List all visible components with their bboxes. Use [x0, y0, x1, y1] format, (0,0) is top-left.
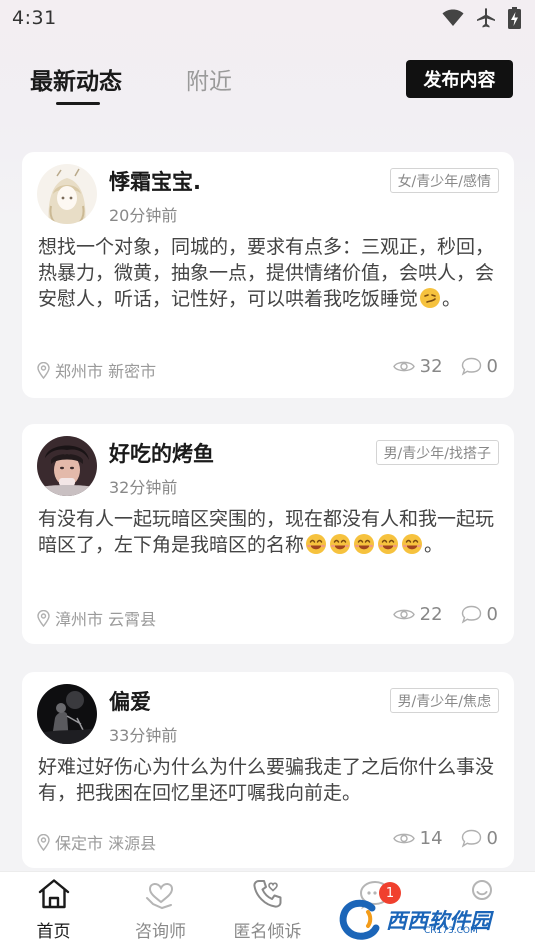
status-bar: 4:31: [0, 0, 535, 36]
location-text: 郑州市 新密市: [55, 362, 157, 381]
post-stats: 22 0: [392, 604, 498, 625]
avatar[interactable]: [37, 164, 97, 224]
comments-count: 0: [486, 356, 498, 377]
grin-emoji-icon: [304, 533, 328, 555]
heart-hand-icon: [145, 883, 173, 910]
location: 郑州市 新密市: [37, 358, 156, 382]
grin-emoji-icon: [400, 533, 424, 555]
post-card[interactable]: 偏爱 33分钟前 男/青少年/焦虑 好难过好伤心为什么为什么要骗我走了之后你什么…: [22, 672, 514, 868]
nav-anonymous-label: 匿名倾诉: [233, 922, 302, 942]
location: 漳州市 云霄县: [37, 606, 156, 630]
nav-home[interactable]: 首页: [0, 878, 107, 942]
tab-nearby[interactable]: 附近: [186, 62, 232, 96]
watermark-logo: 西西软件园 CR173.COM: [338, 898, 518, 942]
location-text: 漳州市 云霄县: [55, 610, 157, 629]
avatar[interactable]: [37, 436, 97, 496]
post-stats: 32 0: [392, 356, 498, 377]
views-count: 32: [419, 356, 443, 377]
comments-stat[interactable]: 0: [461, 828, 498, 849]
battery-charging-icon: [508, 7, 521, 29]
location-pin-icon: [37, 361, 50, 379]
location-pin-icon: [37, 609, 50, 627]
comment-icon: [461, 605, 481, 624]
top-nav: 最新动态 附近 发布内容: [0, 58, 535, 108]
grin-emoji-icon: [352, 533, 376, 555]
username[interactable]: 偏爱: [109, 686, 151, 716]
nav-counselor[interactable]: 咨询师: [107, 878, 214, 942]
post-time: 33分钟前: [109, 726, 178, 745]
post-text-suffix: 。: [424, 534, 444, 556]
location-text: 保定市 涞源县: [55, 834, 157, 853]
category-tag: 男/青少年/焦虑: [389, 688, 499, 713]
status-time: 4:31: [12, 7, 57, 29]
post-card[interactable]: 悸霜宝宝. 20分钟前 女/青少年/感情 想找一个对象，同城的，要求有点多：三观…: [22, 152, 514, 398]
comment-icon: [461, 357, 481, 376]
comments-count: 0: [486, 604, 498, 625]
post-time: 32分钟前: [109, 478, 178, 497]
username[interactable]: 好吃的烤鱼: [109, 438, 214, 468]
location: 保定市 涞源县: [37, 830, 156, 854]
views-stat: 32: [392, 356, 443, 377]
category-tag: 男/青少年/找搭子: [375, 440, 499, 465]
post-content[interactable]: 有没有人一起玩暗区突围的，现在都没有人和我一起玩暗区了，左下角是我暗区的名称。: [38, 506, 500, 558]
username[interactable]: 悸霜宝宝.: [109, 166, 201, 196]
views-count: 14: [419, 828, 443, 849]
location-pin-icon: [37, 833, 50, 851]
post-content[interactable]: 想找一个对象，同城的，要求有点多：三观正，秒回，热暴力，微黄，抽象一点，提供情绪…: [38, 234, 500, 312]
views-stat: 22: [392, 604, 443, 625]
grin-emoji-icon: [376, 533, 400, 555]
post-card[interactable]: 好吃的烤鱼 32分钟前 男/青少年/找搭子 有没有人一起玩暗区突围的，现在都没有…: [22, 424, 514, 644]
post-content[interactable]: 好难过好伤心为什么为什么要骗我走了之后你什么事没有，把我困在回忆里还叮嘱我向前走…: [38, 754, 500, 806]
status-icons: [442, 7, 521, 29]
post-text: 好难过好伤心为什么为什么要骗我走了之后你什么事没有，把我困在回忆里还叮嘱我向前走…: [38, 756, 495, 804]
comments-count: 0: [486, 828, 498, 849]
avatar[interactable]: [37, 684, 97, 744]
comment-icon: [461, 829, 481, 848]
airplane-icon: [477, 8, 495, 28]
post-time: 20分钟前: [109, 206, 178, 225]
comments-stat[interactable]: 0: [461, 604, 498, 625]
nav-home-label: 首页: [36, 922, 71, 942]
phone-heart-icon: [252, 880, 281, 908]
smirk-emoji-icon: [418, 287, 442, 309]
eye-icon: [392, 361, 415, 372]
eye-icon: [392, 833, 415, 844]
active-tab-indicator: [56, 102, 100, 105]
post-text-suffix: 。: [442, 288, 462, 310]
publish-button[interactable]: 发布内容: [406, 60, 513, 98]
comments-stat[interactable]: 0: [461, 356, 498, 377]
grin-emoji-icon: [328, 533, 352, 555]
watermark-c-logo-icon: [339, 899, 380, 940]
views-count: 22: [419, 604, 443, 625]
home-icon: [38, 879, 69, 909]
wifi-icon: [442, 9, 464, 26]
category-tag: 女/青少年/感情: [389, 168, 499, 193]
watermark-subtext: CR173.COM: [424, 926, 478, 936]
views-stat: 14: [392, 828, 443, 849]
nav-counselor-label: 咨询师: [135, 922, 186, 942]
eye-icon: [392, 609, 415, 620]
post-stats: 14 0: [392, 828, 498, 849]
nav-anonymous[interactable]: 匿名倾诉: [214, 878, 321, 942]
tab-latest[interactable]: 最新动态: [30, 62, 122, 96]
